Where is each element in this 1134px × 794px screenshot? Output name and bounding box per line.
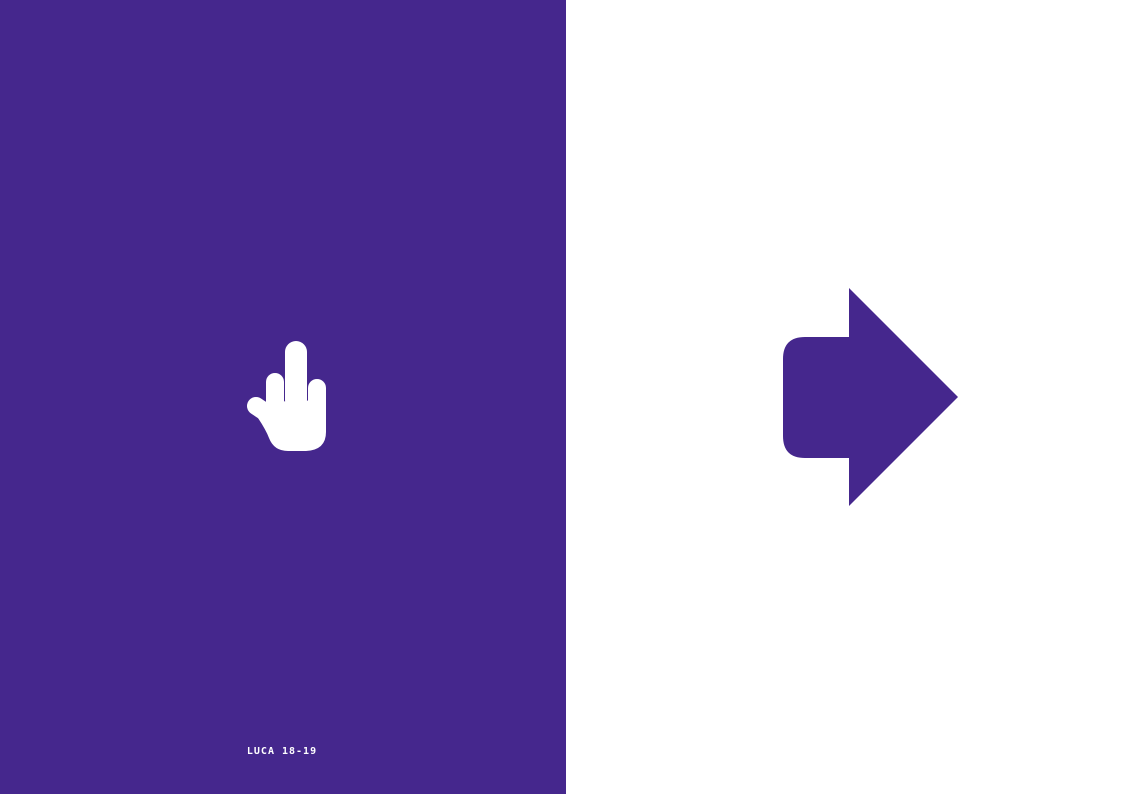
right-page [566,0,1134,794]
right-arrow-icon [783,288,958,506]
caption-text: LUCA 18-19 [246,746,318,757]
left-page: LUCA 18-19 [0,0,566,794]
middle-finger-hand-icon [247,341,326,451]
page-caption: LUCA 18-19 [0,746,566,757]
book-spread: LUCA 18-19 [0,0,1134,794]
